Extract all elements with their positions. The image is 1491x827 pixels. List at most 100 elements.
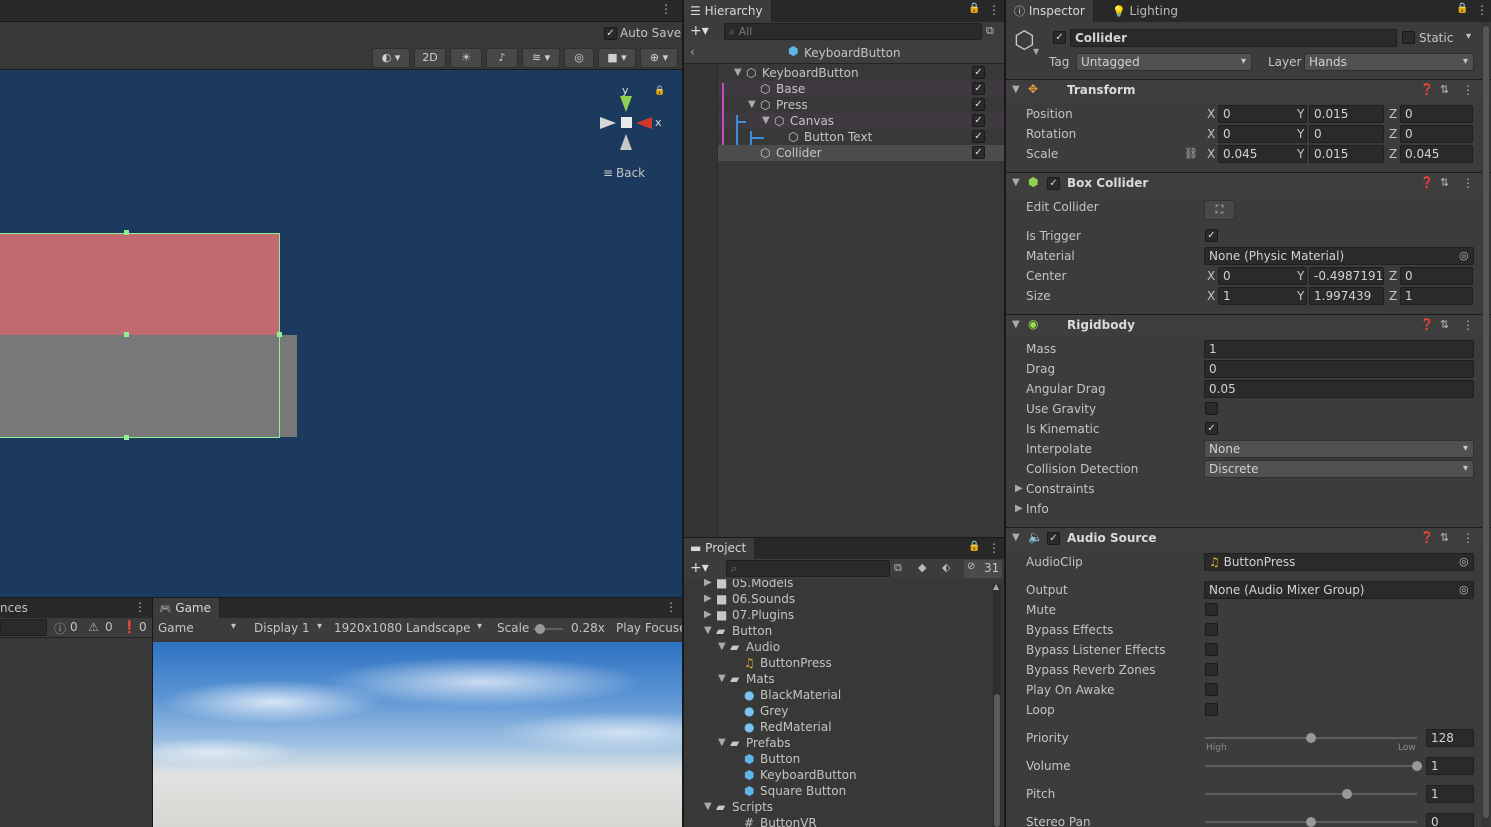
project-scrollbar[interactable]: ▲ xyxy=(993,582,1001,827)
console-tab[interactable]: nces xyxy=(0,601,28,615)
chevron-down-icon[interactable]: ▼ xyxy=(704,623,712,639)
help-icon[interactable]: ❓ xyxy=(1420,83,1434,96)
component-menu-icon[interactable]: ⋮ xyxy=(1462,531,1474,545)
tree-item-keyboardbutton[interactable]: ▼ ⬡ KeyboardButton ✓ xyxy=(684,65,1004,81)
chevron-down-icon[interactable]: ▼ xyxy=(1012,84,1020,95)
camera-icon[interactable]: ■ ▾ xyxy=(598,48,636,68)
game-menu-icon[interactable]: ⋮ xyxy=(665,600,677,614)
position-y-input[interactable]: 0.015 xyxy=(1309,105,1384,123)
lock-icon[interactable]: 🔒 xyxy=(1456,3,1468,14)
pitch-slider-knob[interactable] xyxy=(1342,789,1353,799)
scroll-up-icon[interactable]: ▲ xyxy=(993,582,999,591)
splitter[interactable] xyxy=(1004,0,1006,827)
component-menu-icon[interactable]: ⋮ xyxy=(1462,318,1474,332)
gizmo-y-axis[interactable] xyxy=(620,96,632,112)
gizmos-icon[interactable]: ⊕ ▾ xyxy=(640,48,678,68)
chevron-down-icon[interactable]: ▼ xyxy=(704,799,712,815)
tree-item-button-text[interactable]: ⬡ Button Text ✓ xyxy=(684,129,1004,145)
help-icon[interactable]: ❓ xyxy=(1420,318,1434,331)
effects-icon[interactable]: ≋ ▾ xyxy=(522,48,560,68)
active-toggle[interactable]: ✓ xyxy=(972,82,985,95)
hierarchy-search-input[interactable]: ⌕ All xyxy=(724,23,982,40)
gizmo-neg-x-axis[interactable] xyxy=(600,117,616,129)
tree-item-collider[interactable]: ⬡ Collider ✓ xyxy=(684,145,1004,161)
rigidbody-header[interactable]: ▼ ◉ Rigidbody ❓ ⇅ ⋮ xyxy=(1006,314,1491,336)
edit-collider-button[interactable]: ⛶ xyxy=(1204,200,1235,220)
chevron-down-icon[interactable]: ▼ xyxy=(1012,177,1020,188)
warning-count-icon[interactable]: ⚠ xyxy=(88,620,99,634)
object-picker-icon[interactable]: ◎ xyxy=(1459,583,1469,596)
layer-select[interactable]: Hands xyxy=(1304,53,1474,71)
center-y-input[interactable]: -0.4987191 xyxy=(1309,267,1384,285)
collider-handle-top[interactable] xyxy=(124,230,129,235)
presets-icon[interactable]: ⇅ xyxy=(1440,531,1449,544)
orientation-gizmo[interactable]: y 🔒 x xyxy=(598,84,665,154)
splitter[interactable] xyxy=(684,537,1004,538)
error-count-icon[interactable]: ❗ xyxy=(122,620,137,634)
chevron-down-icon[interactable]: ▼ xyxy=(1012,532,1020,543)
tag-icon[interactable]: ⬖ xyxy=(942,561,950,574)
info-count-icon[interactable]: ⓘ xyxy=(54,620,66,637)
chevron-down-icon[interactable]: ▼ xyxy=(762,113,770,129)
bypass-reverb-zones-checkbox[interactable] xyxy=(1205,663,1218,676)
active-toggle[interactable]: ✓ xyxy=(972,114,985,127)
back-view-icon[interactable]: ≡ xyxy=(603,166,613,180)
static-checkbox[interactable] xyxy=(1402,31,1415,44)
size-y-input[interactable]: 1.997439 xyxy=(1309,287,1384,305)
mute-checkbox[interactable] xyxy=(1205,603,1218,616)
play-on-awake-checkbox[interactable] xyxy=(1205,683,1218,696)
help-icon[interactable]: ❓ xyxy=(1420,531,1434,544)
play-focused-select[interactable]: Play Focuse xyxy=(616,621,687,635)
project-menu-icon[interactable]: ⋮ xyxy=(988,541,1000,555)
chevron-down-icon[interactable]: ▼ xyxy=(1033,47,1039,56)
use-gravity-checkbox[interactable] xyxy=(1205,402,1218,415)
search-by-type-icon[interactable]: ⧉ xyxy=(894,561,902,575)
lighting-tab[interactable]: 💡 Lighting xyxy=(1106,0,1184,22)
chevron-right-icon[interactable]: ▶ xyxy=(704,591,712,607)
active-toggle[interactable]: ✓ xyxy=(972,130,985,143)
object-name-input[interactable]: Collider xyxy=(1070,29,1397,47)
chevron-down-icon[interactable]: ▼ xyxy=(718,671,726,687)
visibility-icon[interactable]: ◎ xyxy=(564,48,594,68)
bypass-listener-effects-checkbox[interactable] xyxy=(1205,643,1218,656)
object-picker-icon[interactable]: ◎ xyxy=(1459,249,1469,262)
loop-checkbox[interactable] xyxy=(1205,703,1218,716)
console-menu-icon[interactable]: ⋮ xyxy=(134,600,146,614)
is-trigger-checkbox[interactable]: ✓ xyxy=(1205,229,1218,242)
audio-source-enabled-checkbox[interactable]: ✓ xyxy=(1047,532,1060,545)
constraints-foldout[interactable]: Constraints xyxy=(1026,482,1094,496)
hidden-packages-badge[interactable]: ⊘ 31 xyxy=(964,560,1002,578)
auto-save-checkbox[interactable]: ✓ xyxy=(604,27,617,40)
collision-detection-select[interactable]: Discrete xyxy=(1204,460,1474,478)
gizmo-neg-y-axis[interactable] xyxy=(620,134,632,150)
inspector-tab[interactable]: ⓘ Inspector xyxy=(1006,0,1094,22)
priority-slider-knob[interactable] xyxy=(1306,733,1316,743)
static-dropdown-icon[interactable]: ▾ xyxy=(1466,31,1471,42)
object-active-checkbox[interactable]: ✓ xyxy=(1053,31,1066,44)
angular-drag-input[interactable]: 0.05 xyxy=(1204,380,1474,398)
splitter[interactable] xyxy=(682,0,684,827)
scrollbar-thumb[interactable] xyxy=(1483,26,1489,818)
object-picker-icon[interactable]: ◎ xyxy=(1459,555,1469,568)
chevron-right-icon[interactable]: ▶ xyxy=(704,579,712,591)
hierarchy-tab[interactable]: ☰ Hierarchy xyxy=(684,0,772,22)
interpolate-select[interactable]: None xyxy=(1204,440,1474,458)
create-asset-button[interactable]: +▾ xyxy=(690,560,709,576)
chevron-right-icon[interactable]: ▶ xyxy=(1015,483,1023,494)
audioclip-field[interactable]: ♫ ButtonPress xyxy=(1204,553,1474,571)
rotation-y-input[interactable]: 0 xyxy=(1309,125,1384,143)
chevron-right-icon[interactable]: ▶ xyxy=(704,607,712,623)
lock-icon[interactable]: 🔒 xyxy=(968,3,980,14)
display-select[interactable]: Display 1 ▾ xyxy=(249,618,329,640)
presets-icon[interactable]: ⇅ xyxy=(1440,83,1449,96)
filter-by-label-icon[interactable]: ◆ xyxy=(918,561,926,574)
shading-mode-button[interactable]: ◐ ▾ xyxy=(372,48,410,68)
collider-handle-bottom[interactable] xyxy=(124,435,129,440)
volume-slider-track[interactable] xyxy=(1205,765,1417,767)
size-x-input[interactable]: 1 xyxy=(1218,287,1307,305)
center-z-input[interactable]: 0 xyxy=(1400,267,1473,285)
audio-source-header[interactable]: ▼ 🔈 ✓ Audio Source ❓ ⇅ ⋮ xyxy=(1006,527,1491,549)
constrain-proportions-icon[interactable]: ⛓ xyxy=(1184,147,1198,160)
position-z-input[interactable]: 0 xyxy=(1400,105,1473,123)
collider-handle-right[interactable] xyxy=(277,332,282,337)
